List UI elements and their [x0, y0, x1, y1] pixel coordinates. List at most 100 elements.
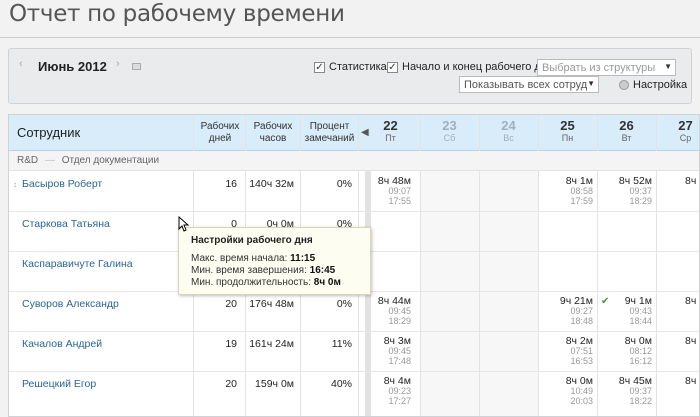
day-cell[interactable]: 8ч	[685, 295, 699, 307]
gear-icon[interactable]	[619, 80, 629, 90]
duration: 9ч 21м	[559, 295, 593, 307]
work-days-value: 16	[225, 178, 237, 190]
day-number: 22	[383, 118, 398, 133]
workday-checkbox[interactable]: ✓	[387, 62, 398, 73]
statistics-checkbox[interactable]: ✓	[314, 62, 325, 73]
duration: 8ч	[685, 295, 697, 307]
structure-select[interactable]: Выбрать из структуры ▼	[537, 59, 676, 76]
department-label[interactable]: Отдел документации	[62, 155, 159, 166]
day-weekday: Пт	[385, 133, 396, 143]
header-employee[interactable]: Сотрудник	[17, 125, 80, 140]
end-time: 17:59	[570, 196, 593, 206]
employee-link[interactable]: Суворов Александр	[22, 298, 119, 310]
company-label[interactable]: R&D	[17, 155, 38, 166]
header-percent[interactable]: Процент замечаний	[301, 121, 358, 145]
day-number: 26	[619, 118, 634, 133]
day-number: 24	[501, 118, 516, 133]
header-work-hours-line1: Рабочих	[253, 121, 293, 132]
duration: 8ч	[685, 375, 697, 387]
start-time: 09:45	[388, 346, 411, 356]
workday-label: Начало и конец рабочего дня	[402, 61, 553, 73]
chevron-right-icon[interactable]: ›	[116, 58, 120, 70]
start-time: 09:23	[388, 386, 411, 396]
day-number: 25	[560, 118, 575, 133]
day-cell[interactable]: 8ч	[685, 176, 699, 187]
duration: 8ч 44м	[377, 295, 411, 307]
breadcrumb-separator: —	[44, 155, 55, 166]
table-row: ↕ Басыров Роберт 16 140ч 32м 0% 8ч 48м 0…	[9, 172, 699, 212]
header-percent-line1: Процент	[309, 121, 350, 132]
day-cell[interactable]: 9ч 21м 09:27 18:48	[538, 296, 593, 326]
day-cell[interactable]: 8ч 3м 09:45 17:48	[361, 336, 411, 366]
chevron-down-icon: ▼	[587, 79, 595, 88]
end-time: 20:03	[570, 396, 593, 406]
day-cell[interactable]: 8ч 2м 07:51 16:53	[538, 336, 593, 366]
day-cell[interactable]: 8ч 52м 09:37 18:29	[597, 176, 652, 206]
duration: 8ч	[685, 335, 697, 347]
duration: 8ч 0м	[565, 375, 593, 387]
end-time: 18:48	[570, 316, 593, 326]
day-weekday: Вс	[503, 133, 514, 143]
employee-link[interactable]: Решецкий Егор	[22, 378, 96, 390]
tooltip-min-duration: Мин. продолжительность: 8ч 0м	[191, 277, 370, 289]
day-cell[interactable]: 8ч 0м 10:49 20:03	[538, 376, 593, 406]
start-time: 07:51	[570, 346, 593, 356]
day-weekday: Сб	[443, 133, 456, 143]
duration: 8ч 0м	[624, 335, 652, 347]
min-duration-value: 8ч 0м	[313, 277, 341, 288]
start-time: 09:07	[388, 186, 411, 196]
day-cell[interactable]: 8ч	[685, 375, 699, 387]
header-work-days[interactable]: Рабочих дней	[195, 121, 245, 145]
header-work-days-line2: дней	[208, 133, 232, 144]
employee-link[interactable]: Каспаравичуте Галина	[22, 258, 133, 270]
day-cell[interactable]: 9ч 1м 09:43 18:44	[597, 296, 652, 326]
mouse-cursor-icon	[178, 216, 190, 232]
header-work-hours[interactable]: Рабочих часов	[246, 121, 300, 145]
percent-value: 0%	[336, 178, 352, 190]
min-end-label: Мин. время завершения:	[191, 265, 307, 276]
max-start-label: Макс. время начала:	[191, 253, 288, 264]
tooltip-max-start: Макс. время начала: 11:15	[191, 253, 370, 265]
table-row: Суворов Александр 20 176ч 48м 0% 8ч 44м …	[9, 292, 699, 332]
day-cell[interactable]: 8ч 1м 08:58 17:59	[538, 176, 593, 206]
calendar-icon[interactable]	[132, 63, 141, 70]
day-cell[interactable]: 8ч 48м 09:07 17:55	[361, 176, 411, 206]
employee-link[interactable]: Старкова Татьяна	[22, 218, 110, 230]
duration: 8ч 3м	[383, 335, 411, 347]
settings-link[interactable]: Настройка	[633, 79, 687, 91]
tooltip-min-end: Мин. время завершения: 16:45	[191, 265, 370, 277]
start-time: 09:37	[629, 386, 652, 396]
end-time: 18:44	[629, 316, 652, 326]
day-header: 23 Сб	[420, 118, 479, 143]
end-time: 17:48	[388, 356, 411, 366]
structure-select-value: Выбрать из структуры	[542, 62, 656, 74]
work-hours-value: 176ч 48м	[249, 298, 294, 310]
duration: 8ч 1м	[565, 175, 593, 187]
end-time: 18:29	[629, 196, 652, 206]
work-hours-value: 159ч 0м	[255, 378, 294, 390]
employees-select[interactable]: Показывать всех сотруд ▼	[459, 76, 599, 93]
employee-link[interactable]: Басыров Роберт	[22, 178, 102, 190]
day-cell[interactable]: 8ч 45м 09:37 18:22	[597, 376, 652, 406]
work-days-value: 20	[225, 378, 237, 390]
header-work-days-line1: Рабочих	[200, 121, 240, 132]
start-time: 09:43	[629, 306, 652, 316]
day-cell[interactable]: 8ч 4м 09:23 17:27	[361, 376, 411, 406]
end-time: 16:12	[629, 356, 652, 366]
day-cell[interactable]: 8ч 44м 09:45 18:29	[361, 296, 411, 326]
end-time: 18:22	[629, 396, 652, 406]
employee-link[interactable]: Качалов Андрей	[22, 338, 102, 350]
duration: 8ч 45м	[618, 375, 652, 387]
page-title: Отчет по рабочему времени	[9, 1, 345, 27]
filter-panel: ‹ Июнь 2012 › ✓ Статистика ✓ Начало и ко…	[8, 48, 692, 104]
end-time: 17:27	[388, 396, 411, 406]
duration: 8ч 48м	[377, 175, 411, 187]
end-time: 17:55	[388, 196, 411, 206]
day-cell[interactable]: 8ч 0м 08:12 16:12	[597, 336, 652, 366]
day-header: 26 Вт	[597, 118, 656, 143]
duration: 8ч 52м	[618, 175, 652, 187]
sort-arrow-icon: ↕	[13, 180, 17, 189]
day-cell[interactable]: 8ч	[685, 335, 699, 347]
work-days-value: 20	[225, 298, 237, 310]
chevron-left-icon[interactable]: ‹	[19, 58, 23, 70]
